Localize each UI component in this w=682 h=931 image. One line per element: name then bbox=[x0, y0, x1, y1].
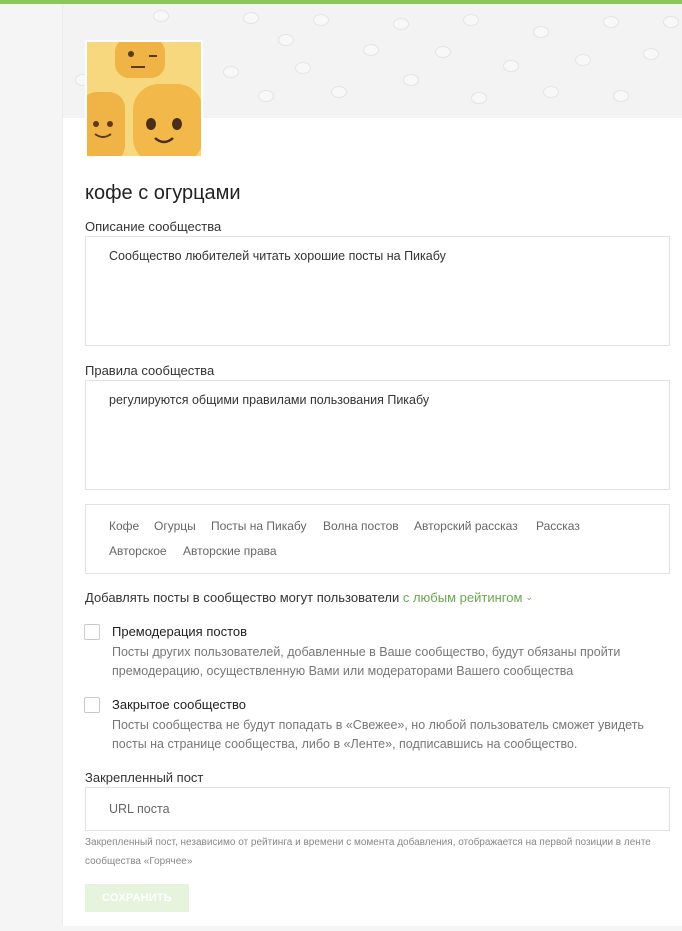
description-label: Описание сообщества bbox=[85, 219, 222, 234]
closed-community-title: Закрытое сообщество bbox=[112, 697, 246, 712]
posting-permission: Добавлять посты в сообщество могут польз… bbox=[85, 590, 533, 605]
rules-text: регулируются общими правилами пользовани… bbox=[109, 393, 430, 407]
rating-dropdown-value: с любым рейтингом bbox=[402, 590, 523, 605]
rules-label: Правила сообщества bbox=[85, 363, 215, 378]
premoderation-checkbox[interactable] bbox=[84, 624, 100, 640]
community-avatar[interactable] bbox=[85, 40, 203, 158]
tag[interactable]: Авторский рассказ bbox=[414, 519, 518, 533]
tag[interactable]: Волна постов bbox=[323, 519, 399, 533]
tag[interactable]: Авторское bbox=[109, 544, 167, 558]
tag[interactable]: Посты на Пикабу bbox=[211, 519, 307, 533]
description-text: Сообщество любителей читать хорошие пост… bbox=[109, 249, 446, 263]
tag[interactable]: Огурцы bbox=[154, 519, 196, 533]
cartoon-faces-icon bbox=[87, 42, 201, 156]
premoderation-title: Премодерация постов bbox=[112, 624, 248, 639]
pinned-post-url-input[interactable] bbox=[85, 787, 670, 831]
chevron-down-icon: ⌄ bbox=[525, 592, 533, 602]
tag[interactable]: Авторские права bbox=[183, 544, 277, 558]
tag[interactable]: Кофе bbox=[109, 519, 139, 533]
community-settings-card: кофе с огурцами Описание сообщества Сооб… bbox=[62, 4, 682, 926]
posting-permission-text: Добавлять посты в сообщество могут польз… bbox=[85, 590, 400, 605]
community-title: кофе с огурцами bbox=[85, 182, 241, 204]
pinned-post-label: Закрепленный пост bbox=[85, 770, 204, 785]
tags-field[interactable]: Кофе Огурцы Посты на Пикабу Волна постов… bbox=[85, 504, 670, 574]
rules-textarea[interactable]: регулируются общими правилами пользовани… bbox=[85, 380, 670, 490]
premoderation-description: Посты других пользователей, добавленные … bbox=[112, 645, 621, 678]
rating-dropdown[interactable]: с любым рейтингом ⌄ bbox=[403, 590, 533, 605]
tag[interactable]: Рассказ bbox=[536, 519, 580, 533]
save-button[interactable]: СОХРАНИТЬ bbox=[85, 884, 189, 912]
closed-community-checkbox[interactable] bbox=[84, 697, 100, 713]
description-textarea[interactable]: Сообщество любителей читать хорошие пост… bbox=[85, 236, 670, 346]
pinned-post-hint: Закрепленный пост, независимо от рейтинг… bbox=[85, 837, 651, 867]
closed-community-description: Посты сообщества не будут попадать в «Св… bbox=[112, 718, 644, 751]
